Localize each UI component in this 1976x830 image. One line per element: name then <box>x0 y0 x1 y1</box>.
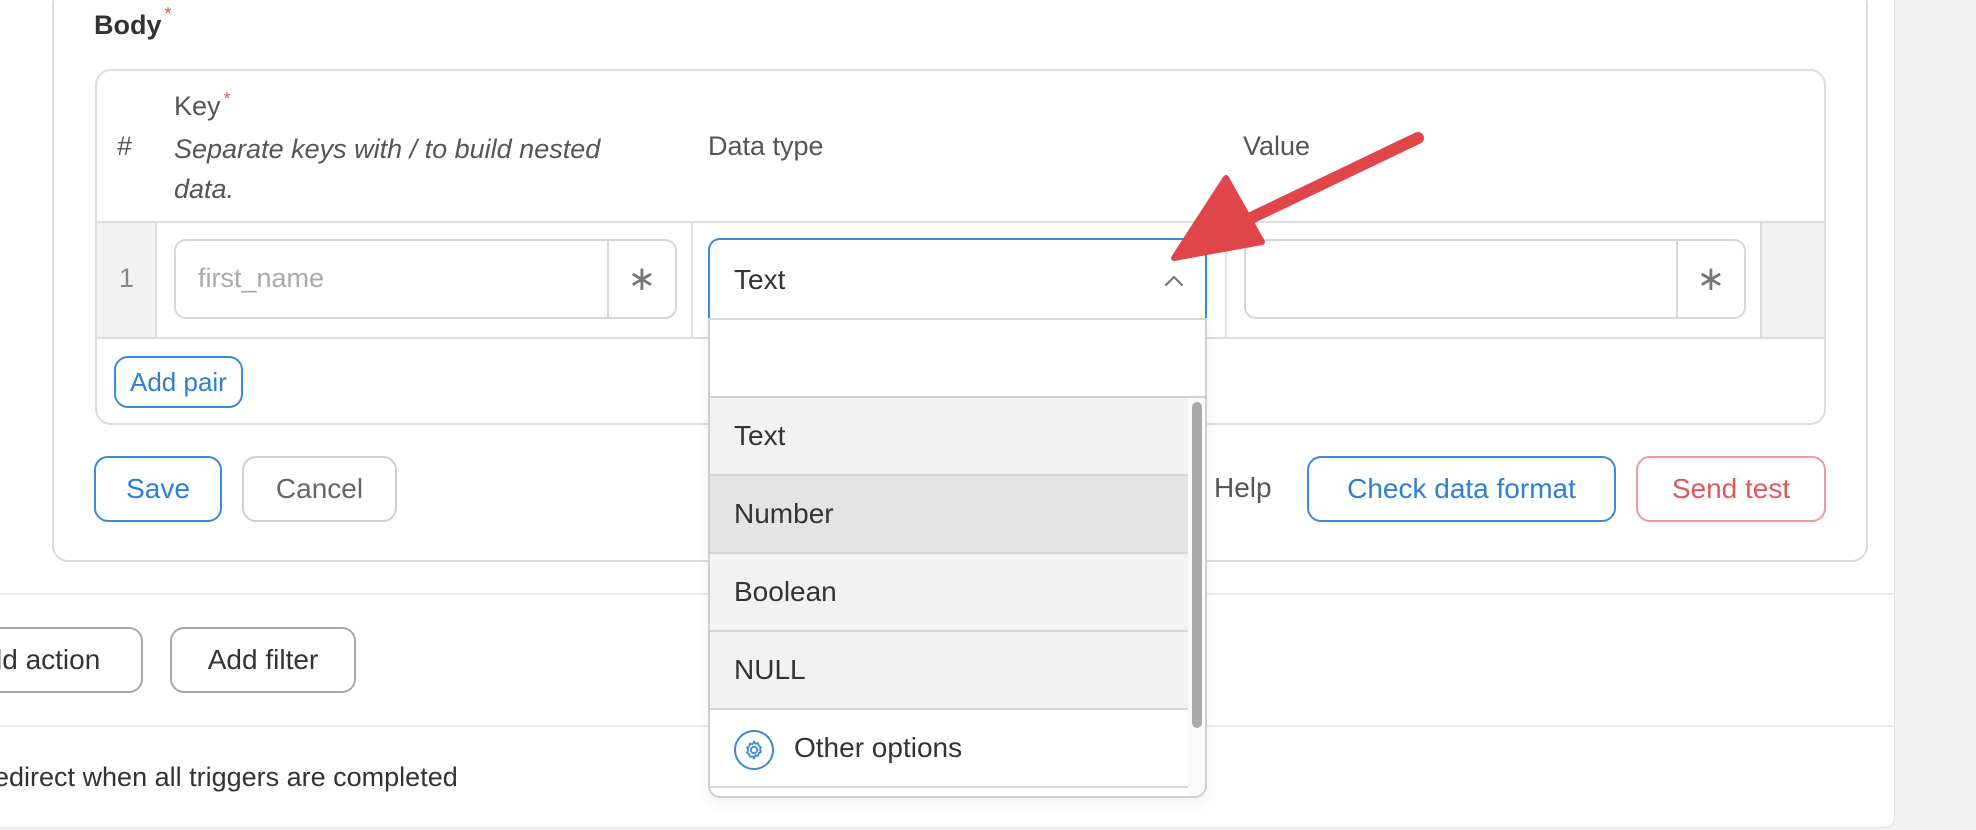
help-link[interactable]: Help <box>1214 472 1272 504</box>
add-action-button[interactable]: ld action <box>0 627 143 693</box>
add-pair-button[interactable]: Add pair <box>114 356 243 408</box>
header-key: Key * <box>174 89 231 122</box>
header-data-type: Data type <box>708 131 824 161</box>
key-input[interactable]: first_name ∗ <box>174 239 677 319</box>
save-button[interactable]: Save <box>94 456 222 522</box>
body-label-text: Body <box>94 10 162 40</box>
redirect-setting-label: edirect when all triggers are completed <box>0 762 458 792</box>
dropdown-options-list: Text Number Boolean NULL Other options <box>710 398 1188 796</box>
dropdown-option-text[interactable]: Text <box>710 398 1188 476</box>
cancel-button[interactable]: Cancel <box>242 456 397 522</box>
header-key-required-mark: * <box>223 89 231 109</box>
header-key-label: Key <box>174 91 221 121</box>
data-type-dropdown: Text Number Boolean NULL Other options <box>708 318 1207 798</box>
dropdown-option-null[interactable]: NULL <box>710 632 1188 710</box>
column-divider <box>691 223 693 337</box>
dropdown-option-boolean[interactable]: Boolean <box>710 554 1188 632</box>
key-input-placeholder: first_name <box>198 263 325 293</box>
table-header: # Key * Separate keys with / to build nes… <box>97 71 1824 223</box>
data-type-select[interactable]: Text <box>708 238 1207 320</box>
row-index-cell: 1 <box>97 223 157 337</box>
other-options-label: Other options <box>794 732 963 763</box>
gear-icon <box>734 730 774 770</box>
dropdown-scrollbar-thumb[interactable] <box>1192 402 1202 728</box>
dropdown-option-number[interactable]: Number <box>710 476 1188 554</box>
body-section-label: Body * <box>94 4 172 41</box>
header-key-hint: Separate keys with / to build nested dat… <box>174 134 601 204</box>
required-mark: * <box>164 4 172 24</box>
header-index: # <box>117 131 133 161</box>
dropdown-option-other[interactable]: Other options <box>710 710 1188 788</box>
row-index: 1 <box>119 263 135 293</box>
data-type-selected-value: Text <box>734 264 786 295</box>
value-variable-button[interactable]: ∗ <box>1676 241 1744 317</box>
check-data-format-button[interactable]: Check data format <box>1307 456 1616 522</box>
send-test-button[interactable]: Send test <box>1636 456 1826 522</box>
key-variable-button[interactable]: ∗ <box>607 241 675 317</box>
annotation-arrow-icon <box>1171 132 1424 261</box>
row-actions-cell <box>1760 223 1824 337</box>
add-filter-button[interactable]: Add filter <box>170 627 356 693</box>
dropdown-search-input[interactable] <box>710 320 1205 398</box>
